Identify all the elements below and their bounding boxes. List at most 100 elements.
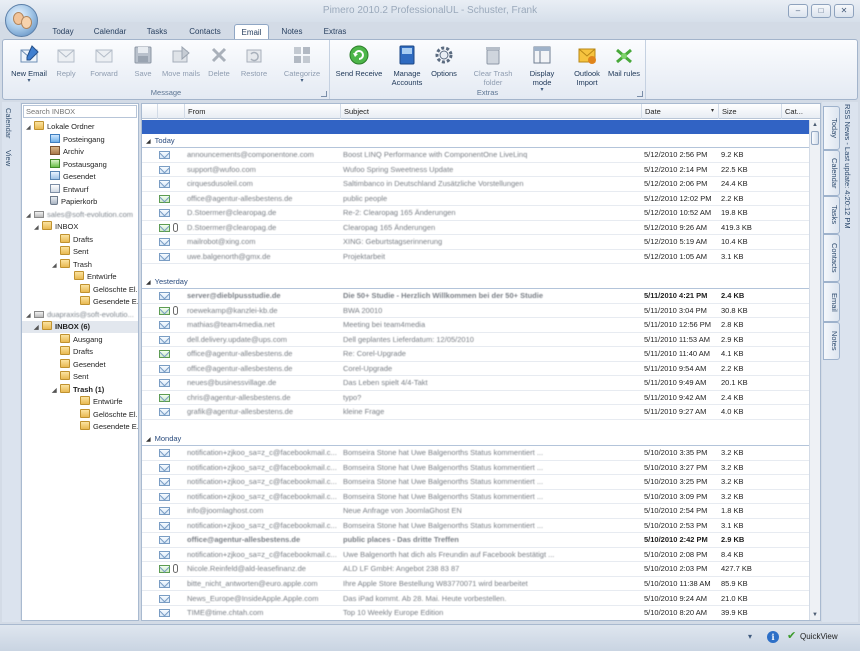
folder-node[interactable]: Gesendete E... bbox=[72, 296, 138, 308]
folder-node[interactable]: Ausgang bbox=[52, 333, 103, 346]
restore-button[interactable]: Restore bbox=[237, 42, 271, 88]
folder-node[interactable]: Entwürfe bbox=[66, 271, 117, 283]
folder-node[interactable]: Entwürfe bbox=[72, 396, 123, 408]
group-launcher-icon[interactable] bbox=[321, 91, 327, 97]
folder-node[interactable]: Entwurf bbox=[42, 183, 88, 196]
folder-node[interactable]: Sent bbox=[52, 246, 88, 258]
manage-accounts-button[interactable]: Manage Accounts bbox=[388, 42, 426, 88]
clear-trash-button[interactable]: Clear Trash folder bbox=[470, 42, 516, 88]
tab-tasks[interactable]: Tasks bbox=[140, 24, 174, 39]
mail-row[interactable]: roewekamp@kanzlei-kb.de BWA 20010 5/11/201… bbox=[142, 304, 810, 319]
scroll-thumb[interactable] bbox=[811, 131, 819, 145]
close-button[interactable]: ✕ bbox=[834, 4, 854, 18]
tab-notes[interactable]: Notes bbox=[276, 24, 308, 39]
view-strip-tab[interactable]: View bbox=[4, 150, 13, 166]
mail-row[interactable]: notification+zjkoo_sa=z_c@facebookmail.c… bbox=[142, 461, 810, 476]
mail-row[interactable]: office@agentur-allesbestens.de public pla… bbox=[142, 533, 810, 548]
mail-row[interactable]: dell.delivery.update@ups.com Dell geplant… bbox=[142, 333, 810, 348]
column-subject[interactable]: Subject bbox=[340, 104, 641, 119]
folder-node[interactable]: Gelöschte El... bbox=[72, 408, 138, 421]
mail-row[interactable]: bitte_nicht_antworten@euro.apple.com Ihre… bbox=[142, 577, 810, 592]
calendar-strip-tab[interactable]: Calendar bbox=[4, 108, 13, 138]
expand-toggle-icon[interactable]: ◢ bbox=[34, 322, 42, 334]
quickview-check-icon[interactable]: ✔ bbox=[787, 629, 796, 642]
quickview-button[interactable]: QuickView bbox=[800, 632, 838, 641]
delete-button[interactable]: Delete bbox=[205, 42, 233, 88]
mail-row[interactable]: News_Europe@InsideApple.Apple.com Das iPa… bbox=[142, 592, 810, 607]
collapse-group-icon[interactable]: ◢ bbox=[146, 280, 151, 286]
app-menu-orb-icon[interactable] bbox=[5, 4, 38, 37]
scroll-down-icon[interactable]: ▼ bbox=[810, 610, 820, 620]
folder-search-input[interactable] bbox=[23, 105, 137, 118]
expand-toggle-icon[interactable]: ◢ bbox=[26, 310, 34, 322]
folder-node[interactable]: Gesendet bbox=[52, 358, 106, 371]
rss-news-label[interactable]: RSS News - Last update: 4:20:12 PM bbox=[843, 104, 852, 229]
mail-row[interactable]: support@wufoo.com Wufoo Spring Sweetness … bbox=[142, 163, 810, 178]
folder-node[interactable]: Sent bbox=[52, 371, 88, 383]
expand-toggle-icon[interactable]: ◢ bbox=[34, 222, 42, 234]
right-tab-calendar[interactable]: Calendar bbox=[823, 150, 840, 196]
folder-node[interactable]: ◢ duapraxis@soft-evolutio... bbox=[26, 309, 134, 321]
folder-node[interactable]: Gesendet bbox=[42, 171, 96, 183]
info-icon[interactable]: i bbox=[767, 631, 779, 643]
folder-node[interactable]: Drafts bbox=[52, 233, 93, 246]
mail-row[interactable]: notification+zjkoo_sa=z_c@facebookmail.c… bbox=[142, 519, 810, 534]
mail-row[interactable]: office@agentur-allesbestens.de Re: Corel-… bbox=[142, 347, 810, 362]
mail-row[interactable]: neues@businessvillage.de Das Leben spielt… bbox=[142, 376, 810, 391]
tab-today[interactable]: Today bbox=[46, 24, 80, 39]
mail-row[interactable]: office@agentur-allesbestens.de Corel-Upgr… bbox=[142, 362, 810, 377]
group-header[interactable]: ◢ Today bbox=[146, 135, 175, 147]
expand-toggle-icon[interactable]: ◢ bbox=[52, 260, 60, 272]
mail-row[interactable]: info@joomlaghost.com Neue Anfrage von Joo… bbox=[142, 504, 810, 519]
display-mode-button[interactable]: Display mode ▾ bbox=[524, 42, 560, 93]
expand-toggle-icon[interactable]: ◢ bbox=[26, 210, 34, 222]
mail-row[interactable]: notification+zjkoo_sa=z_c@facebookmail.c… bbox=[142, 446, 810, 461]
column-size[interactable]: Size bbox=[718, 104, 781, 119]
mail-row[interactable]: Nicole.Reinfeld@ald-leasefinanz.de ALD LF… bbox=[142, 562, 810, 577]
right-tab-notes[interactable]: Notes bbox=[823, 322, 840, 360]
mail-row[interactable]: notification+zjkoo_sa=z_c@facebookmail.c… bbox=[142, 548, 810, 563]
vertical-scrollbar[interactable]: ▲ ▼ bbox=[809, 120, 820, 620]
folder-node[interactable]: ◢ sales@soft-evolution.com bbox=[26, 209, 133, 221]
folder-node[interactable]: Gelöschte El... bbox=[72, 283, 138, 296]
mail-row[interactable]: mailrobot@xing.com XING: Geburtstagserinn… bbox=[142, 235, 810, 250]
mail-row[interactable]: grafik@agentur-allesbestens.de kleine Fra… bbox=[142, 405, 810, 420]
folder-node[interactable]: Gesendete E... bbox=[72, 421, 138, 433]
group-header[interactable]: ◢ Monday bbox=[146, 433, 181, 445]
reply-button[interactable]: Reply bbox=[51, 42, 81, 88]
folder-node[interactable]: ◢ Trash bbox=[52, 258, 92, 272]
tab-extras[interactable]: Extras bbox=[316, 24, 354, 39]
tab-email[interactable]: Email bbox=[234, 24, 269, 39]
collapse-group-icon[interactable]: ◢ bbox=[146, 437, 151, 443]
folder-node[interactable]: Papierkorb bbox=[42, 196, 97, 208]
folder-node[interactable]: ◢ INBOX (6) bbox=[22, 321, 138, 334]
column-from[interactable]: From bbox=[184, 104, 340, 119]
mail-row[interactable]: uwe.balgenorth@gmx.de Projektarbeit 5/12/2… bbox=[142, 250, 810, 265]
mail-row[interactable]: D.Stoermer@clearopag.de Re-2: Clearopag 1… bbox=[142, 206, 810, 221]
mail-row[interactable]: cirquesdusoleil.com Saltimbanco in Deutsc… bbox=[142, 177, 810, 192]
status-dropdown-icon[interactable]: ▾ bbox=[748, 632, 752, 641]
mail-row[interactable]: TIME@time.chtah.com Top 10 Weekly Europe … bbox=[142, 606, 810, 620]
expand-toggle-icon[interactable]: ◢ bbox=[52, 385, 60, 397]
group-header[interactable]: ◢ Yesterday bbox=[146, 276, 188, 288]
mail-row[interactable]: announcements@componentone.com Boost LINQ… bbox=[142, 148, 810, 163]
folder-node[interactable]: ◢ INBOX bbox=[34, 221, 78, 233]
mail-row[interactable]: notification+zjkoo_sa=z_c@facebookmail.c… bbox=[142, 490, 810, 505]
column-date[interactable]: Date ▾ bbox=[641, 104, 718, 119]
tab-contacts[interactable]: Contacts bbox=[183, 24, 227, 39]
save-button[interactable]: Save bbox=[130, 42, 156, 88]
folder-node[interactable]: Archiv bbox=[42, 146, 84, 158]
new-email-button[interactable]: New Email ▾ bbox=[9, 42, 49, 88]
column-attachment[interactable] bbox=[157, 104, 184, 119]
move-mails-button[interactable]: Move mails bbox=[161, 42, 201, 88]
folder-node[interactable]: Drafts bbox=[52, 346, 93, 358]
folder-node[interactable]: ◢ Lokale Ordner bbox=[26, 121, 95, 133]
send-receive-button[interactable]: Send Receive bbox=[334, 42, 384, 88]
group-launcher-icon[interactable] bbox=[637, 91, 643, 97]
tab-calendar[interactable]: Calendar bbox=[88, 24, 132, 39]
mail-row[interactable]: notification+zjkoo_sa=z_c@facebookmail.c… bbox=[142, 475, 810, 490]
folder-node[interactable]: Postausgang bbox=[42, 158, 107, 171]
categorize-button[interactable]: Categorize ▾ bbox=[281, 42, 323, 88]
options-button[interactable]: Options bbox=[428, 42, 460, 88]
mail-row[interactable]: chris@agentur-allesbestens.de typo? 5/11/2… bbox=[142, 391, 810, 406]
